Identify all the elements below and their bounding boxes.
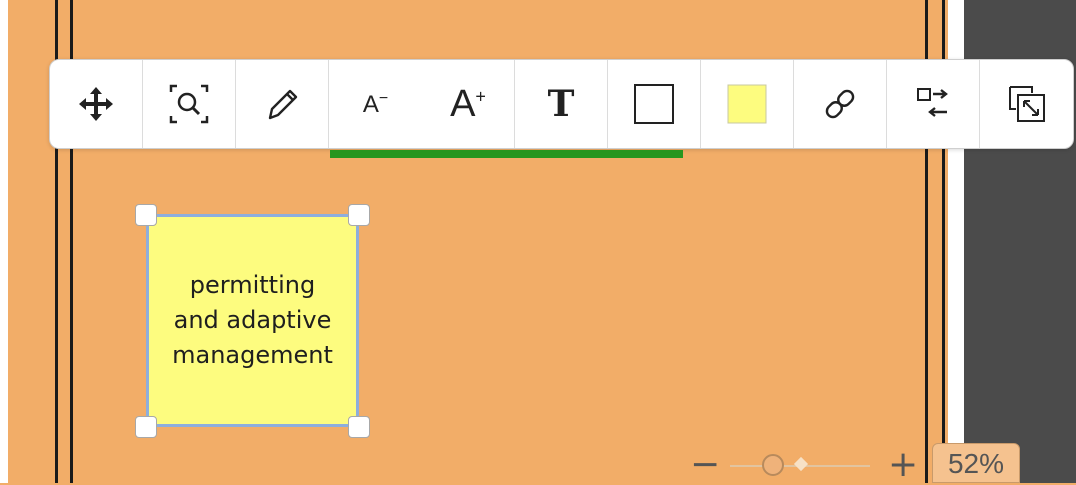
resize-tool[interactable] <box>980 60 1073 148</box>
zoom-default-marker <box>793 456 809 472</box>
sticky-note-text: permitting and adaptive management <box>172 271 333 369</box>
swap-tool[interactable] <box>887 60 980 148</box>
border-tool[interactable] <box>608 60 701 148</box>
increase-font-tool[interactable]: A+ <box>422 60 515 148</box>
sticky-note[interactable]: permitting and adaptive management <box>146 214 359 427</box>
decrease-font-tool[interactable]: A− <box>329 60 422 148</box>
resize-handle-bottom-right[interactable] <box>348 416 370 438</box>
element-toolbar: A− A+ T <box>49 59 1074 149</box>
selection-indicator <box>330 150 683 158</box>
zoom-level-display[interactable]: 52% <box>932 443 1020 483</box>
border-square-icon <box>634 84 674 124</box>
text-style-icon: T <box>547 83 575 125</box>
link-icon <box>825 89 855 119</box>
zoom-slider-handle[interactable] <box>762 454 784 476</box>
zoom-to-fit-tool[interactable] <box>143 60 236 148</box>
link-tool[interactable] <box>794 60 887 148</box>
text-style-tool[interactable]: T <box>515 60 608 148</box>
zoom-out-button[interactable]: − <box>690 447 720 483</box>
move-arrows-icon <box>79 87 113 121</box>
move-tool[interactable] <box>50 60 143 148</box>
decrease-font-icon: A− <box>362 89 389 118</box>
left-margin <box>0 0 8 483</box>
resize-handle-top-left[interactable] <box>135 204 157 226</box>
resize-icon <box>1008 86 1045 122</box>
resize-handle-bottom-left[interactable] <box>135 416 157 438</box>
fill-color-tool[interactable] <box>701 60 794 148</box>
resize-handle-top-right[interactable] <box>348 204 370 226</box>
color-swatch-icon <box>727 84 767 124</box>
draw-tool[interactable] <box>236 60 329 148</box>
swap-arrows-icon <box>917 88 948 117</box>
zoom-frame-icon <box>169 84 209 124</box>
pencil-icon <box>268 89 298 120</box>
zoom-control: − + 52% <box>690 443 1020 483</box>
increase-font-icon: A+ <box>450 82 486 125</box>
zoom-in-button[interactable]: + <box>888 447 918 483</box>
